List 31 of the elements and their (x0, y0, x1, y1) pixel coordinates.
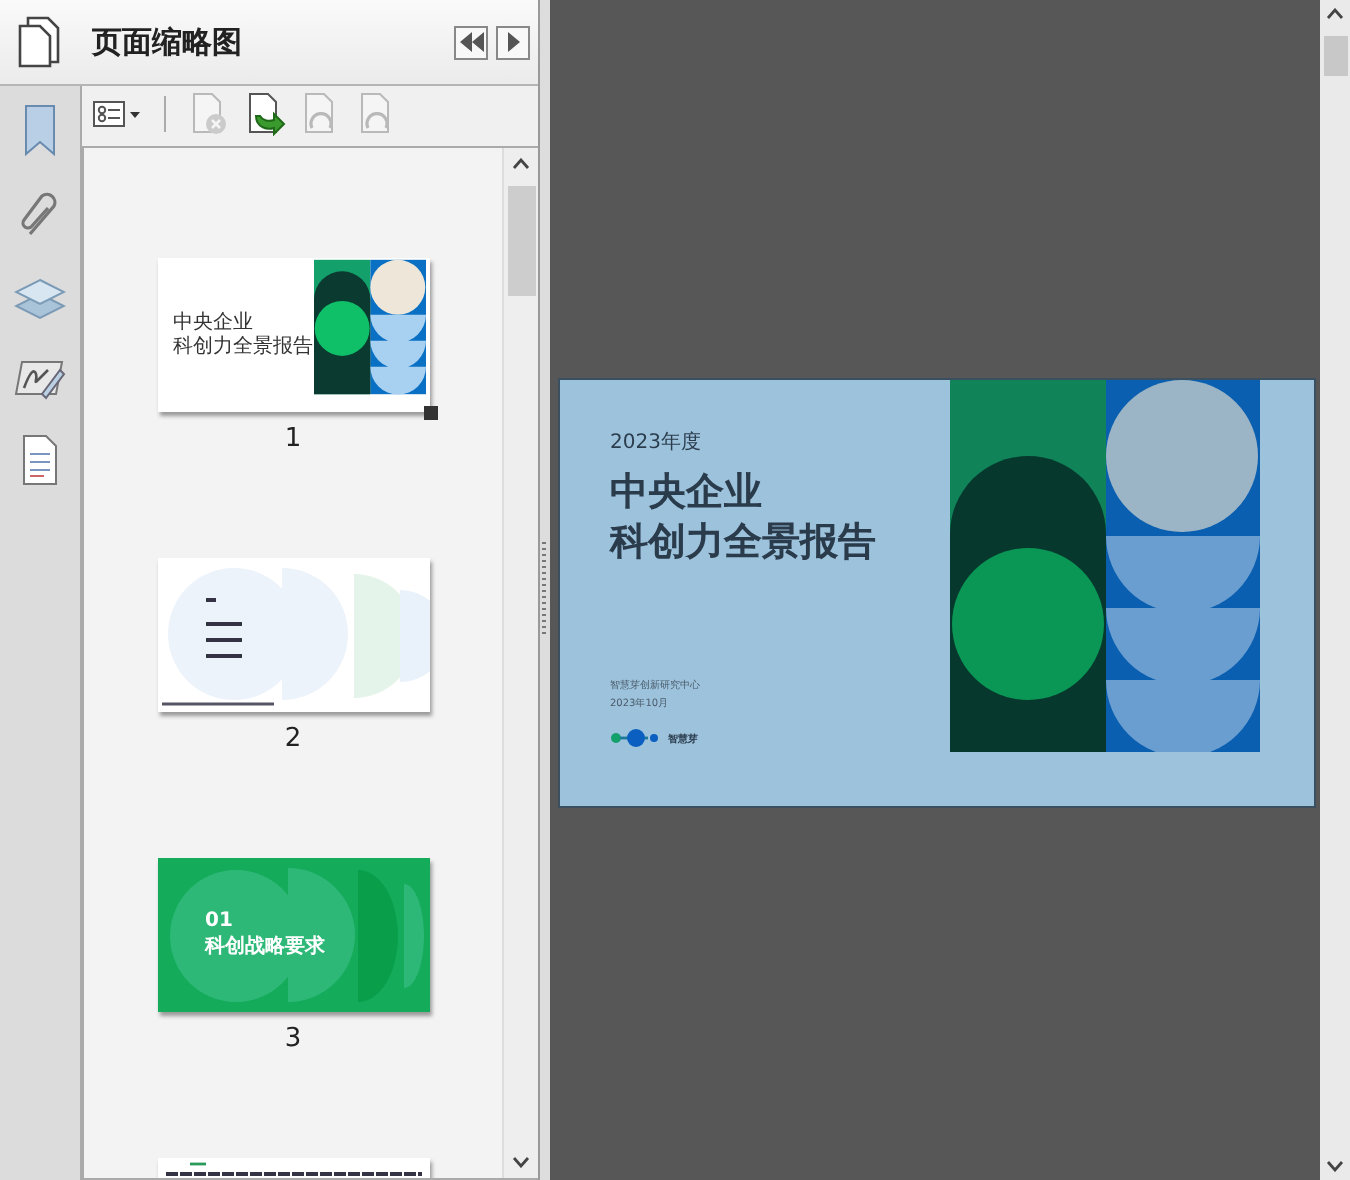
scroll-down-icon[interactable] (512, 1156, 530, 1168)
thumbnail-title: 科创力全景报告 (173, 335, 313, 358)
thumbnail-title: 中央企业 (173, 312, 255, 335)
section-heading: 科创战略要求 (205, 933, 325, 960)
double-left-arrow-icon (459, 32, 483, 52)
report-year: 2023年度 (610, 429, 703, 456)
section-number: 01 (205, 910, 235, 932)
scroll-up-icon[interactable] (512, 158, 530, 170)
page-thumbnail[interactable] (157, 1158, 429, 1178)
page-number: 2 (284, 724, 302, 754)
report-title: 中央企业 (610, 468, 764, 518)
scrollbar[interactable] (502, 148, 538, 1178)
page-number: 3 (284, 1024, 302, 1054)
page-number: 1 (284, 424, 302, 454)
scroll-thumb[interactable] (1323, 36, 1347, 76)
options-menu-button[interactable] (92, 98, 144, 130)
scroll-thumb[interactable] (507, 186, 535, 296)
scroll-up-icon[interactable] (1326, 8, 1344, 20)
next-page-button[interactable] (496, 25, 530, 59)
resize-handle[interactable] (423, 406, 437, 420)
first-page-button[interactable] (454, 25, 488, 59)
layers-icon[interactable] (14, 274, 66, 322)
page-thumbnail[interactable] (157, 558, 429, 712)
right-arrow-icon (505, 32, 521, 52)
report-title: 科创力全景报告 (610, 517, 878, 567)
scroll-down-icon[interactable] (1326, 1160, 1344, 1172)
cover-graphic-drawing (313, 258, 425, 396)
scrollbar[interactable] (1320, 0, 1350, 1180)
document-icon[interactable] (18, 434, 62, 486)
panel-title: 页面缩略图 (92, 23, 244, 61)
logo-icon (610, 728, 662, 748)
